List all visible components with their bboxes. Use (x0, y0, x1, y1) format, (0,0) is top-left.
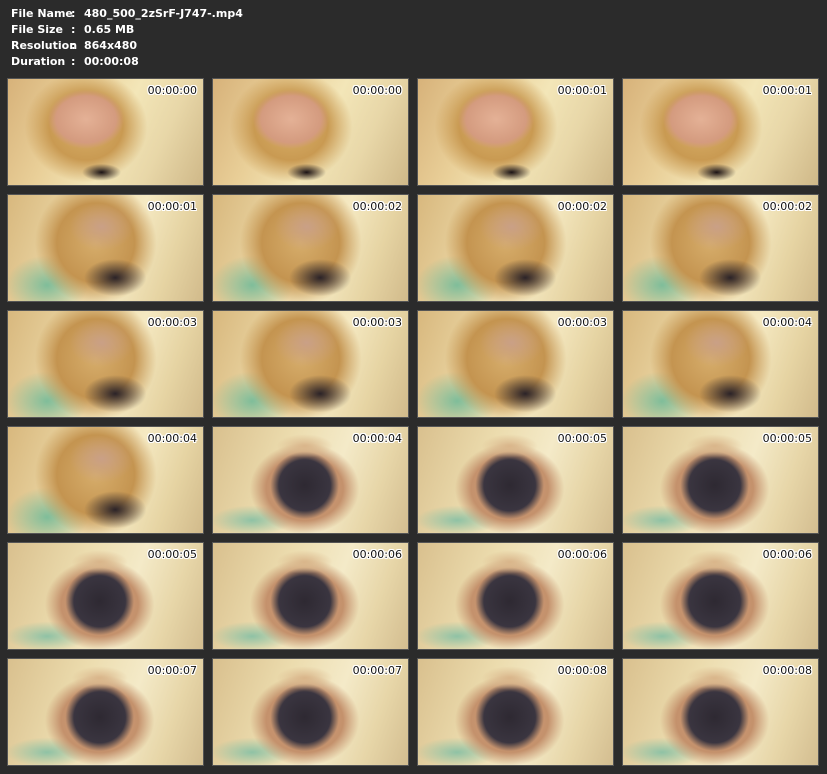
thumbnail-timestamp: 00:00:03 (147, 316, 197, 329)
thumbnail-timestamp: 00:00:02 (557, 200, 607, 213)
info-label: Resolution (11, 39, 78, 52)
thumbnail-timestamp: 00:00:05 (147, 548, 197, 561)
info-row-duration: Duration : 00:00:08 (11, 54, 243, 70)
thumbnail-timestamp: 00:00:00 (352, 84, 402, 97)
video-thumbnail[interactable]: 00:00:06 (622, 542, 819, 650)
video-thumbnail[interactable]: 00:00:05 (417, 426, 614, 534)
video-thumbnail[interactable]: 00:00:06 (417, 542, 614, 650)
video-thumbnail[interactable]: 00:00:04 (7, 426, 204, 534)
thumbnail-timestamp: 00:00:08 (762, 664, 812, 677)
thumbnail-timestamp: 00:00:02 (762, 200, 812, 213)
info-value: 480_500_2zSrF-J747-.mp4 (84, 7, 243, 20)
thumbnail-timestamp: 00:00:00 (147, 84, 197, 97)
thumbnail-timestamp: 00:00:02 (352, 200, 402, 213)
info-value: 864x480 (84, 39, 138, 52)
info-row-resolution: Resolution : 864x480 (11, 38, 243, 54)
info-separator: : (71, 39, 76, 52)
thumbnail-timestamp: 00:00:06 (352, 548, 402, 561)
thumbnail-timestamp: 00:00:01 (762, 84, 812, 97)
info-label: File Size (11, 23, 63, 36)
video-thumbnail[interactable]: 00:00:01 (417, 78, 614, 186)
thumbnail-timestamp: 00:00:07 (352, 664, 402, 677)
thumbnail-timestamp: 00:00:04 (352, 432, 402, 445)
video-thumbnail[interactable]: 00:00:05 (7, 542, 204, 650)
thumbnail-timestamp: 00:00:05 (762, 432, 812, 445)
info-value: 0.65 MB (84, 23, 135, 36)
video-thumbnail[interactable]: 00:00:07 (212, 658, 409, 766)
info-row-file-size: File Size : 0.65 MB (11, 22, 243, 38)
video-thumbnail[interactable]: 00:00:01 (7, 194, 204, 302)
video-thumbnail[interactable]: 00:00:08 (417, 658, 614, 766)
thumbnail-timestamp: 00:00:06 (557, 548, 607, 561)
video-thumbnail[interactable]: 00:00:04 (212, 426, 409, 534)
video-thumbnail[interactable]: 00:00:05 (622, 426, 819, 534)
file-info-panel: File Name : 480_500_2zSrF-J747-.mp4 File… (11, 6, 243, 70)
thumbnail-timestamp: 00:00:04 (762, 316, 812, 329)
video-thumbnail[interactable]: 00:00:08 (622, 658, 819, 766)
video-thumbnail[interactable]: 00:00:07 (7, 658, 204, 766)
thumbnail-timestamp: 00:00:01 (557, 84, 607, 97)
info-value: 00:00:08 (84, 55, 139, 68)
video-thumbnail[interactable]: 00:00:00 (212, 78, 409, 186)
video-thumbnail[interactable]: 00:00:01 (622, 78, 819, 186)
thumbnail-timestamp: 00:00:05 (557, 432, 607, 445)
video-thumbnail[interactable]: 00:00:03 (212, 310, 409, 418)
video-thumbnail[interactable]: 00:00:02 (417, 194, 614, 302)
info-separator: : (71, 55, 76, 68)
thumbnail-timestamp: 00:00:03 (557, 316, 607, 329)
video-thumbnail[interactable]: 00:00:02 (212, 194, 409, 302)
video-thumbnail[interactable]: 00:00:06 (212, 542, 409, 650)
info-separator: : (71, 23, 76, 36)
thumbnail-timestamp: 00:00:04 (147, 432, 197, 445)
info-label: Duration (11, 55, 66, 68)
thumbnail-timestamp: 00:00:01 (147, 200, 197, 213)
info-label: File Name (11, 7, 73, 20)
video-thumbnail[interactable]: 00:00:04 (622, 310, 819, 418)
video-thumbnail[interactable]: 00:00:00 (7, 78, 204, 186)
thumbnail-timestamp: 00:00:08 (557, 664, 607, 677)
video-thumbnail[interactable]: 00:00:02 (622, 194, 819, 302)
thumbnail-timestamp: 00:00:07 (147, 664, 197, 677)
video-thumbnail[interactable]: 00:00:03 (7, 310, 204, 418)
info-separator: : (71, 7, 76, 20)
video-thumbnail[interactable]: 00:00:03 (417, 310, 614, 418)
info-row-file-name: File Name : 480_500_2zSrF-J747-.mp4 (11, 6, 243, 22)
thumbnail-timestamp: 00:00:03 (352, 316, 402, 329)
thumbnail-timestamp: 00:00:06 (762, 548, 812, 561)
